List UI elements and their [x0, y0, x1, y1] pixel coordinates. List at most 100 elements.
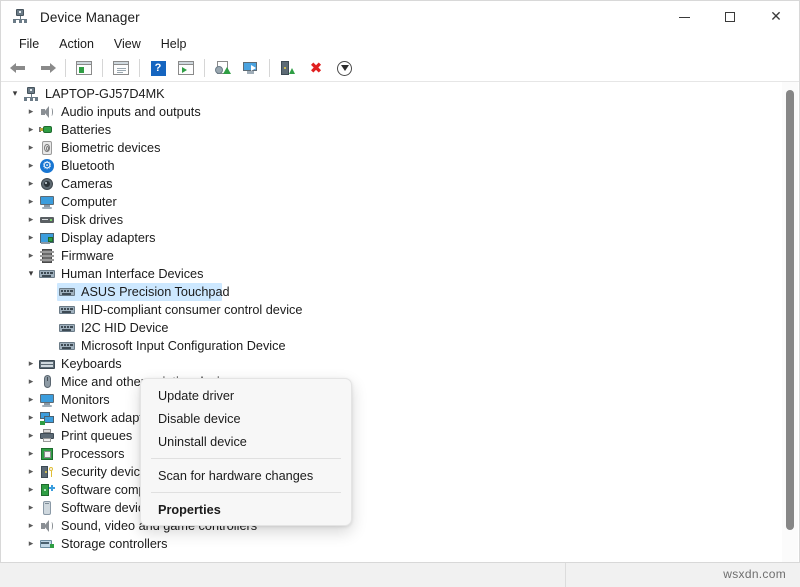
tree-item-i2c-hid-device[interactable]: ▸ I2C HID Device [1, 319, 779, 337]
menu-file[interactable]: File [11, 35, 47, 53]
uninstall-device-button[interactable]: ✖ [303, 57, 329, 79]
context-menu-scan-for-hardware-changes[interactable]: Scan for hardware changes [145, 464, 347, 487]
firmware-icon [39, 248, 55, 264]
update-driver-icon [215, 61, 231, 76]
hid-icon [59, 302, 75, 318]
up-one-level-button[interactable] [71, 57, 97, 79]
tree-item-audio-inputs-and-outputs[interactable]: ▸ Audio inputs and outputs [1, 103, 779, 121]
tree-item-network-adapters[interactable]: ▸ Network adapters [1, 409, 779, 427]
chevron-right-icon[interactable]: ▸ [23, 540, 39, 549]
chevron-right-icon[interactable]: ▸ [23, 396, 39, 405]
chevron-right-icon[interactable]: ▸ [23, 180, 39, 189]
tree-item-label: Bluetooth [61, 157, 115, 175]
chevron-right-icon[interactable]: ▸ [23, 432, 39, 441]
tree-item-label: Microsoft Input Configuration Device [81, 337, 286, 355]
chevron-right-icon[interactable]: ▸ [23, 504, 39, 513]
tree-item-label: Firmware [61, 247, 114, 265]
tree-item-hid-compliant-consumer-control-device[interactable]: ▸ HID-compliant consumer control device [1, 301, 779, 319]
tree-item-display-adapters[interactable]: ▸ Display adapters [1, 229, 779, 247]
tree-item-monitors[interactable]: ▸ Monitors [1, 391, 779, 409]
minimize-icon [679, 17, 690, 18]
chevron-right-icon[interactable]: ▸ [23, 360, 39, 369]
tree-item-biometric-devices[interactable]: ▸ Biometric devices [1, 139, 779, 157]
vertical-scrollbar[interactable] [782, 82, 798, 563]
chevron-right-icon[interactable]: ▸ [23, 162, 39, 171]
chevron-right-icon[interactable]: ▸ [23, 378, 39, 387]
battery-icon [39, 122, 55, 138]
chevron-right-icon[interactable]: ▸ [23, 486, 39, 495]
tree-item-software-devices[interactable]: ▸ Software devices [1, 499, 779, 517]
show-hide-action-pane-button[interactable] [173, 57, 199, 79]
tree-item-microsoft-input-configuration-device[interactable]: ▸ Microsoft Input Configuration Device [1, 337, 779, 355]
minimize-button[interactable] [661, 1, 707, 33]
tree-item-batteries[interactable]: ▸ Batteries [1, 121, 779, 139]
tree-item-print-queues[interactable]: ▸ Print queues [1, 427, 779, 445]
tree-item-storage-controllers[interactable]: ▸ Storage controllers [1, 535, 779, 553]
hid-icon [59, 284, 75, 300]
chevron-right-icon[interactable]: ▸ [23, 216, 39, 225]
help-button[interactable]: ? [145, 57, 171, 79]
tree-item-computer[interactable]: ▸ Computer [1, 193, 779, 211]
window-title: Device Manager [40, 10, 140, 25]
tree-item-label: Print queues [61, 427, 132, 445]
context-menu-update-driver[interactable]: Update driver [145, 384, 347, 407]
chevron-down-icon[interactable]: ▾ [7, 90, 23, 99]
chevron-right-icon[interactable]: ▸ [23, 414, 39, 423]
chevron-right-icon[interactable]: ▸ [23, 234, 39, 243]
software-component-icon [39, 482, 55, 498]
device-manager-screen: Device Manager ✕ File Action View Help [0, 0, 800, 587]
tree-item-label: Display adapters [61, 229, 156, 247]
scan-hardware-changes-button[interactable] [331, 57, 357, 79]
tree-item-asus-precision-touchpad[interactable]: ▸ ASUS Precision Touchpad [1, 283, 779, 301]
fingerprint-icon [39, 140, 55, 156]
tree-item-label: Human Interface Devices [61, 265, 203, 283]
toolbar: ? [1, 55, 799, 82]
chevron-right-icon[interactable]: ▸ [23, 522, 39, 531]
back-button[interactable] [6, 57, 32, 79]
chevron-right-icon[interactable]: ▸ [23, 252, 39, 261]
chevron-right-icon[interactable]: ▸ [23, 126, 39, 135]
close-button[interactable]: ✕ [753, 1, 799, 33]
tree-item-bluetooth[interactable]: ▸ ⚙ Bluetooth [1, 157, 779, 175]
vertical-scroll-thumb[interactable] [786, 90, 794, 530]
forward-button[interactable] [34, 57, 60, 79]
chevron-right-icon[interactable]: ▸ [23, 108, 39, 117]
tree-item-firmware[interactable]: ▸ Firmware [1, 247, 779, 265]
menu-view[interactable]: View [106, 35, 149, 53]
tree-item-label: Audio inputs and outputs [61, 103, 201, 121]
chevron-right-icon[interactable]: ▸ [23, 144, 39, 153]
menu-help[interactable]: Help [153, 35, 195, 53]
tree-item-cameras[interactable]: ▸ Cameras [1, 175, 779, 193]
window-play-icon [178, 61, 194, 75]
context-menu-disable-device[interactable]: Disable device [145, 407, 347, 430]
chevron-right-icon[interactable]: ▸ [23, 450, 39, 459]
chevron-right-icon[interactable]: ▸ [23, 468, 39, 477]
tree-item-human-interface-devices[interactable]: ▾ Human Interface Devices [1, 265, 779, 283]
speaker-icon [39, 518, 55, 534]
network-icon [39, 410, 55, 426]
toolbar-separator [102, 59, 103, 77]
tree-item-processors[interactable]: ▸ Processors [1, 445, 779, 463]
hid-icon [59, 320, 75, 336]
menu-action[interactable]: Action [51, 35, 102, 53]
maximize-button[interactable] [707, 1, 753, 33]
keyboard-icon [39, 356, 55, 372]
properties-button[interactable] [238, 57, 264, 79]
show-hide-console-tree-button[interactable] [108, 57, 134, 79]
enable-device-icon [281, 61, 295, 76]
device-tree-panel: ▾ LAPTOP-GJ57D4MK ▸ Audio inputs and out… [1, 82, 799, 563]
tree-item-sound-video-and-game-controllers[interactable]: ▸ Sound, video and game controllers [1, 517, 779, 535]
chevron-right-icon[interactable]: ▸ [23, 198, 39, 207]
tree-item-disk-drives[interactable]: ▸ Disk drives [1, 211, 779, 229]
context-menu-properties[interactable]: Properties [145, 498, 347, 521]
mouse-icon [39, 374, 55, 390]
tree-item-mice-and-other-pointing-devices[interactable]: ▸ Mice and other pointing devices [1, 373, 779, 391]
tree-item-keyboards[interactable]: ▸ Keyboards [1, 355, 779, 373]
update-driver-button[interactable] [210, 57, 236, 79]
context-menu-uninstall-device[interactable]: Uninstall device [145, 430, 347, 453]
tree-item-software-components[interactable]: ▸ Software components [1, 481, 779, 499]
enable-device-button[interactable] [275, 57, 301, 79]
tree-root-node[interactable]: ▾ LAPTOP-GJ57D4MK [1, 85, 779, 103]
chevron-down-icon[interactable]: ▾ [23, 270, 39, 279]
tree-item-security-devices[interactable]: ▸ Security devices [1, 463, 779, 481]
